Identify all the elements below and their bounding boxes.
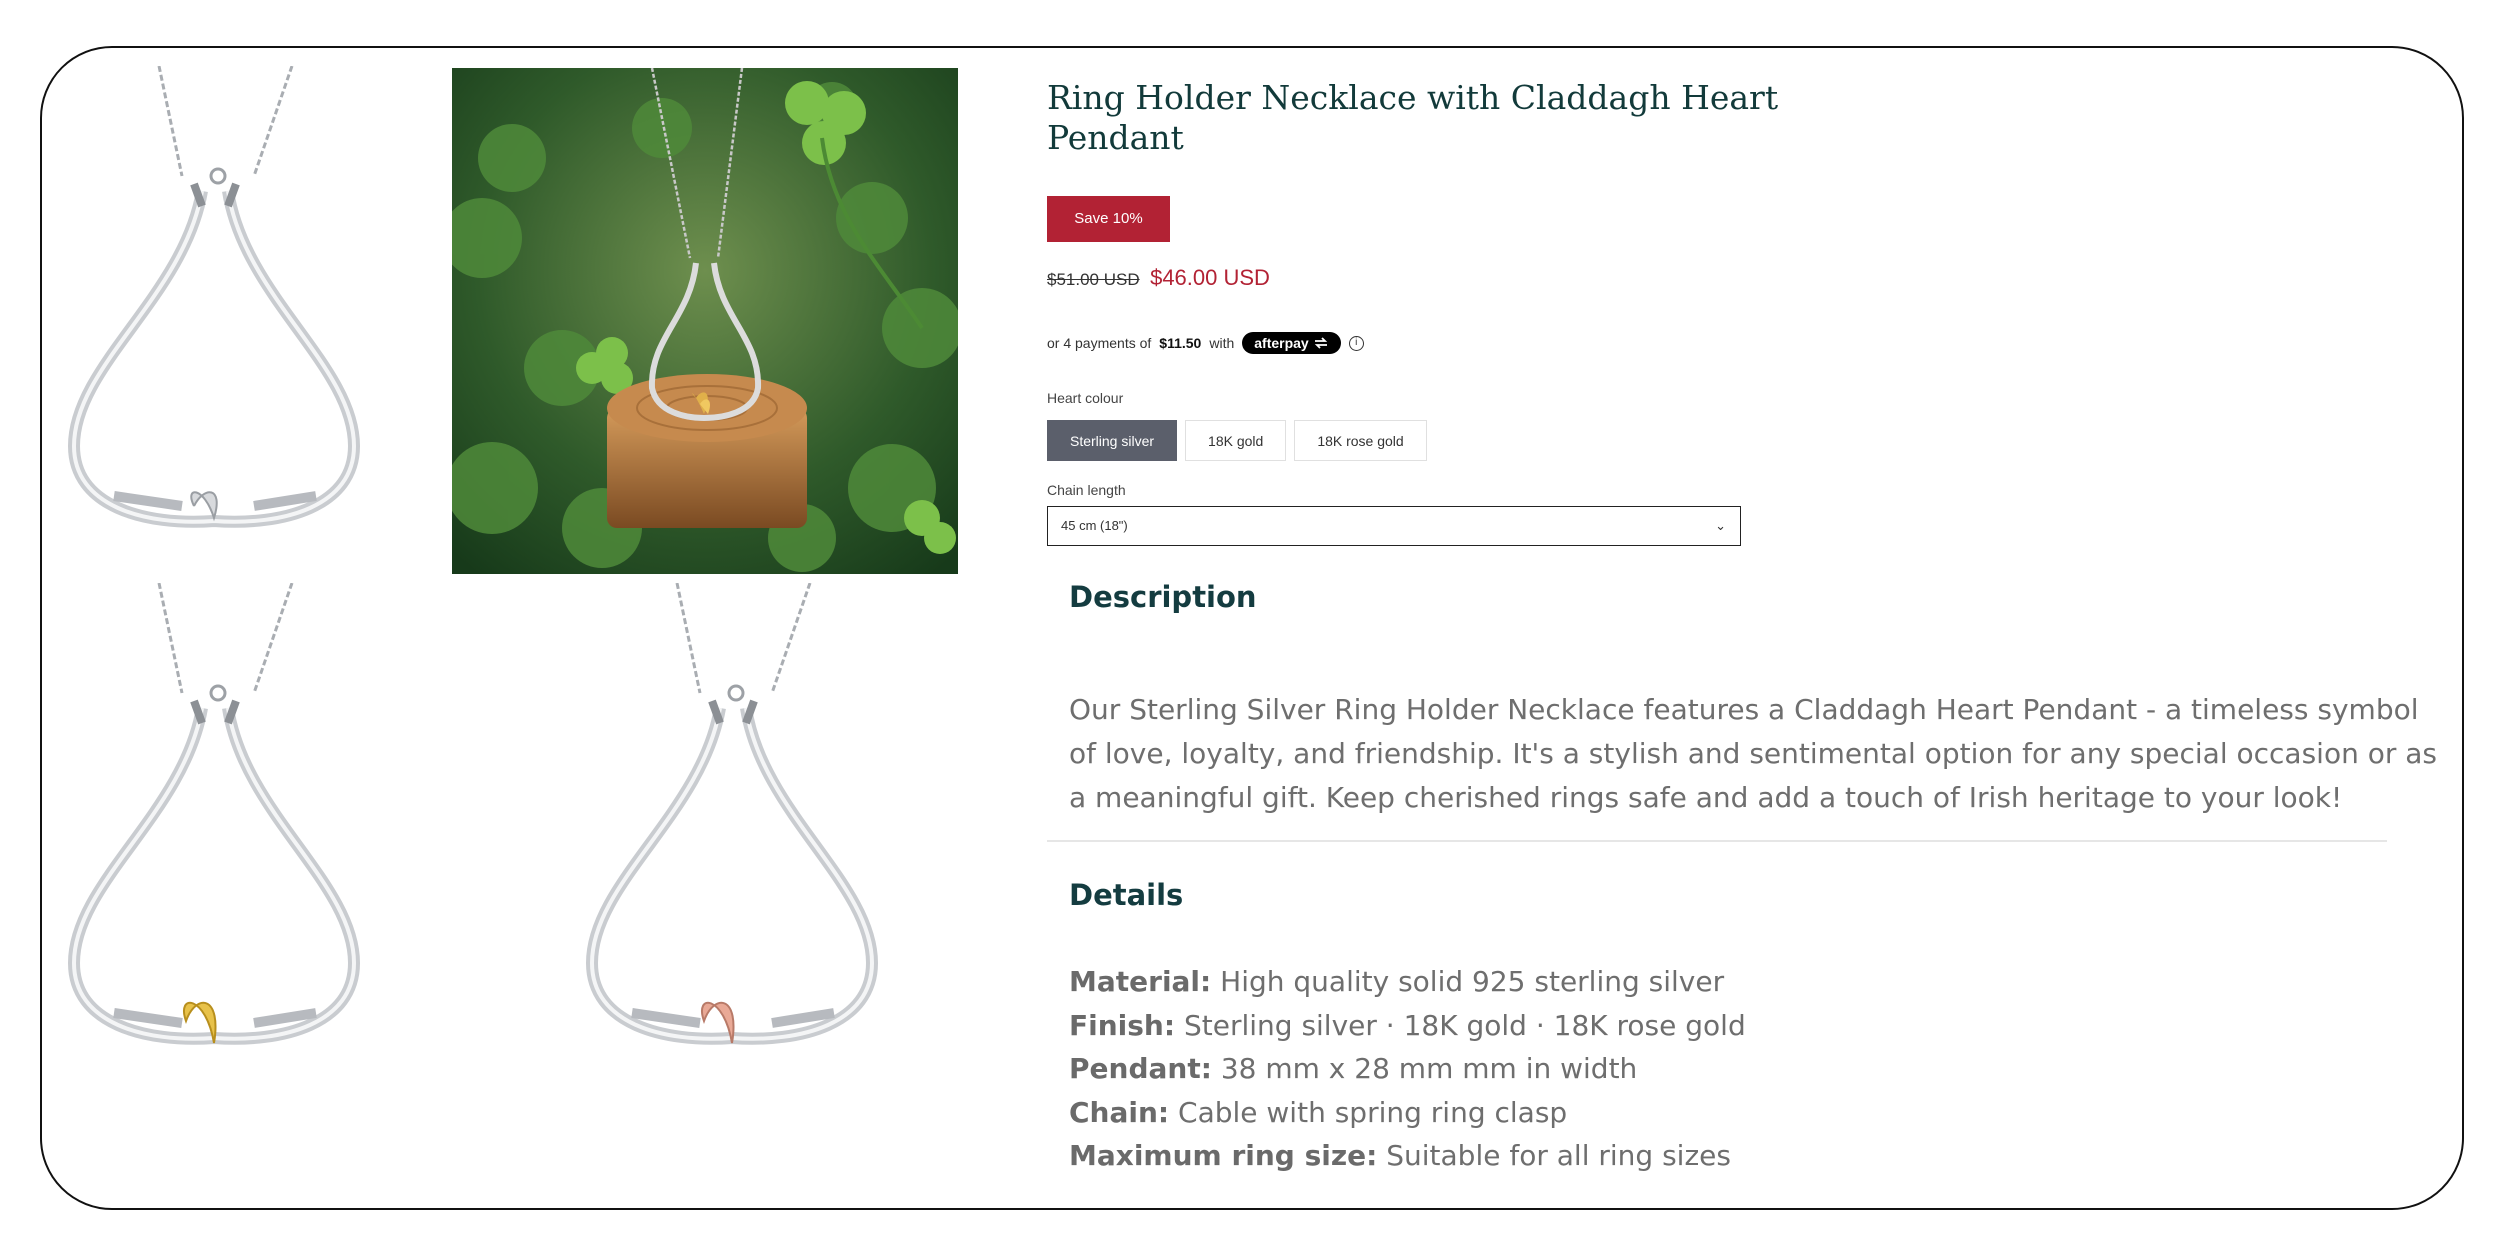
necklace-rose-gold-image <box>585 583 879 1045</box>
detail-row-chain: Chain: Cable with spring ring clasp <box>1069 1095 1568 1129</box>
product-card: Ring Holder Necklace with Claddagh Heart… <box>40 46 2464 1210</box>
detail-row-pendant: Pendant: 38 mm x 28 mm mm in width <box>1069 1052 1638 1085</box>
chain-length-label: Chain length <box>1047 482 1126 498</box>
thumbnail-gold[interactable] <box>54 583 374 1093</box>
detail-row-material: Material: High quality solid 925 sterlin… <box>1069 965 1725 998</box>
original-price: $51.00 USD <box>1047 270 1140 289</box>
section-divider <box>1047 840 2387 842</box>
afterpay-prefix: or 4 payments of <box>1047 335 1152 351</box>
detail-row-finish: Finish: Sterling silver · 18K gold · 18K… <box>1069 1008 1746 1042</box>
option-sterling-silver[interactable]: Sterling silver <box>1047 420 1178 461</box>
chain-length-value: 45 cm (18") <box>1061 518 1128 533</box>
product-info: Ring Holder Necklace with Claddagh Heart… <box>1047 48 2447 1208</box>
description-heading[interactable]: Description <box>1069 580 1257 614</box>
necklace-silver-image <box>67 66 361 528</box>
necklace-gold-image <box>67 583 361 1045</box>
afterpay-with: with <box>1209 335 1235 351</box>
afterpay-logo: afterpay <box>1242 332 1341 354</box>
info-icon[interactable]: i <box>1348 335 1364 351</box>
option-18k-rose-gold[interactable]: 18K rose gold <box>1294 420 1427 461</box>
option-18k-gold[interactable]: 18K gold <box>1185 420 1287 461</box>
sale-price: $46.00 USD <box>1150 265 1270 290</box>
price-block: $51.00 USD $46.00 USD <box>1047 265 1270 291</box>
hero-product-photo[interactable] <box>452 68 958 574</box>
afterpay-installments: or 4 payments of $11.50 with afterpay i <box>1047 332 1364 354</box>
sale-badge: Save 10% <box>1047 196 1170 242</box>
chain-length-select[interactable]: 45 cm (18") ⌄ <box>1047 506 1741 546</box>
necklace-on-wood-clover-photo <box>452 68 958 574</box>
heart-colour-options: Sterling silver 18K gold 18K rose gold <box>1047 420 1427 461</box>
description-body: Our Sterling Silver Ring Holder Necklace… <box>1069 693 2438 814</box>
afterpay-brand: afterpay <box>1254 335 1309 351</box>
thumbnail-rose-gold[interactable] <box>572 583 892 1093</box>
thumbnail-silver[interactable] <box>54 66 374 566</box>
afterpay-amount: $11.50 <box>1159 335 1202 351</box>
details-heading[interactable]: Details <box>1069 878 1183 912</box>
product-title: Ring Holder Necklace with Claddagh Heart… <box>1047 78 1779 157</box>
details-list: Material: High quality solid 925 sterlin… <box>1069 960 1746 1178</box>
detail-row-max-ring-size: Maximum ring size: Suitable for all ring… <box>1069 1139 1731 1172</box>
afterpay-arrows-icon <box>1314 337 1327 349</box>
heart-colour-label: Heart colour <box>1047 390 1124 406</box>
chevron-down-icon: ⌄ <box>1715 518 1726 533</box>
